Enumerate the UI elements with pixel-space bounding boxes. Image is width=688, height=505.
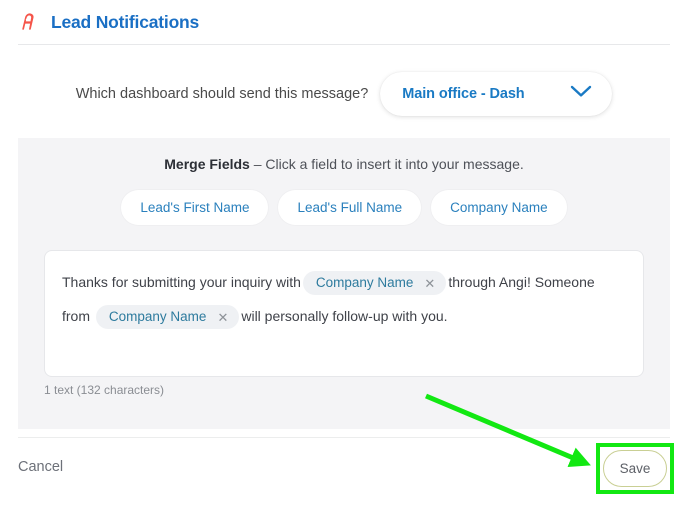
merge-field-pill-lead-first-name[interactable]: Lead's First Name (121, 190, 269, 225)
dashboard-dropdown-value: Main office - Dash (402, 86, 525, 102)
inline-merge-tag-company-name-1[interactable]: Company Name ✕ (302, 271, 447, 296)
composer-text-segment-1: Thanks for submitting your inquiry with (62, 274, 301, 290)
close-x-icon[interactable]: ✕ (217, 311, 228, 324)
inline-merge-tag-company-name-2[interactable]: Company Name ✕ (95, 305, 240, 330)
merge-field-pill-lead-full-name[interactable]: Lead's Full Name (278, 190, 422, 225)
cancel-button[interactable]: Cancel (18, 459, 63, 475)
merge-fields-heading-bold: Merge Fields (164, 156, 250, 172)
dashboard-selector-row: Which dashboard should send this message… (0, 72, 688, 116)
dashboard-dropdown[interactable]: Main office - Dash (380, 72, 613, 116)
composer-text-segment-3: will personally follow-up with you. (241, 308, 448, 324)
merge-field-pill-company-name[interactable]: Company Name (431, 190, 567, 225)
merge-fields-heading-rest: – Click a field to insert it into your m… (249, 156, 524, 172)
footer-divider (18, 437, 670, 438)
header-divider (18, 44, 670, 45)
save-button[interactable]: Save (603, 450, 667, 487)
message-composer-input[interactable]: Thanks for submitting your inquiry with C… (44, 250, 644, 377)
page-title: Lead Notifications (51, 11, 200, 32)
character-count-status: 1 text (132 characters) (44, 383, 165, 397)
inline-merge-tag-label: Company Name (108, 309, 207, 325)
page-header: Lead Notifications (0, 0, 688, 34)
chevron-down-icon (570, 85, 592, 103)
merge-fields-panel: Merge Fields – Click a field to insert i… (18, 138, 670, 429)
dashboard-selector-label: Which dashboard should send this message… (75, 86, 369, 102)
merge-fields-heading: Merge Fields – Click a field to insert i… (18, 138, 670, 172)
inline-merge-tag-label: Company Name (315, 275, 414, 291)
merge-field-pill-list: Lead's First Name Lead's Full Name Compa… (18, 190, 670, 225)
angi-a-logo-icon (16, 9, 42, 35)
close-x-icon[interactable]: ✕ (424, 277, 435, 290)
